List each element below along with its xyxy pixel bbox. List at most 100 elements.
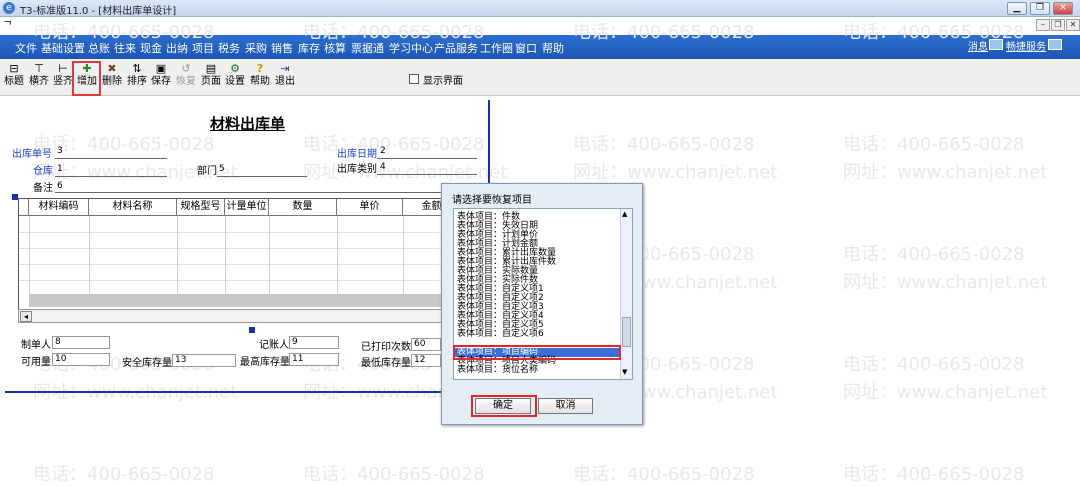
column-header[interactable]: 材料编码 bbox=[29, 199, 89, 216]
available-label[interactable]: 可用量 bbox=[21, 353, 51, 368]
scroll-left-icon[interactable]: ◂ bbox=[20, 311, 32, 322]
menu-learning[interactable]: 学习中心 bbox=[389, 40, 433, 56]
bookkeeper-label[interactable]: 记账人 bbox=[259, 336, 289, 351]
align-vertical-button[interactable]: ⊢ 竖齐 bbox=[52, 62, 74, 94]
bookkeeper-field[interactable]: 9 bbox=[289, 336, 339, 349]
grid-line bbox=[269, 216, 270, 294]
show-interface-checkbox[interactable] bbox=[409, 74, 419, 84]
warehouse-field[interactable]: 1 bbox=[57, 164, 63, 174]
sort-button[interactable]: ⇅ 排序 bbox=[126, 62, 148, 94]
doc-no-field[interactable]: 3 bbox=[57, 146, 63, 156]
menu-cash[interactable]: 现金 bbox=[140, 40, 162, 56]
selection-handle[interactable] bbox=[249, 327, 255, 333]
gear-icon: ⚙ bbox=[230, 62, 240, 75]
menu-cashier[interactable]: 出纳 bbox=[166, 40, 188, 56]
warehouse-label[interactable]: 仓库 bbox=[33, 162, 53, 177]
menu-window[interactable]: 窗口 bbox=[515, 40, 537, 56]
watermark-phone: 电话：400-665-0028 bbox=[843, 134, 1025, 155]
delete-icon: ✖ bbox=[107, 62, 117, 75]
min-field[interactable]: 12 bbox=[411, 354, 441, 367]
max-field[interactable]: 11 bbox=[289, 353, 339, 366]
save-button[interactable]: ▣ 保存 bbox=[150, 62, 172, 94]
save-icon: ▣ bbox=[155, 62, 167, 75]
watermark-site: 网址：www.chanjet.net bbox=[843, 162, 1048, 183]
restore-icon[interactable]: ❐ bbox=[1030, 2, 1050, 15]
menu-basic-settings[interactable]: 基础设置 bbox=[41, 40, 85, 56]
title-button[interactable]: ⊟ 标题 bbox=[3, 62, 25, 94]
menu-help[interactable]: 帮助 bbox=[542, 40, 564, 56]
menu-purchase[interactable]: 采购 bbox=[245, 40, 267, 56]
list-item[interactable]: 表体项目：货位名称 bbox=[457, 366, 538, 375]
page-button[interactable]: ▤ 页面 bbox=[200, 62, 222, 94]
type-label[interactable]: 出库类别 bbox=[337, 160, 377, 175]
close-icon[interactable]: ✕ bbox=[1053, 2, 1073, 15]
menu-sales[interactable]: 销售 bbox=[271, 40, 293, 56]
page-right-boundary bbox=[488, 100, 490, 184]
date-field[interactable]: 2 bbox=[380, 146, 386, 156]
restore-button[interactable]: ↺ 恢复 bbox=[175, 62, 197, 94]
row-header-cell bbox=[19, 199, 29, 216]
align-horizontal-button[interactable]: ⊤ 横齐 bbox=[28, 62, 50, 94]
menu-products[interactable]: 产品服务 bbox=[434, 40, 478, 56]
safety-label[interactable]: 安全库存量 bbox=[122, 354, 172, 369]
settings-button[interactable]: ⚙ 设置 bbox=[224, 62, 246, 94]
detail-table[interactable]: 材料编码 材料名称 规格型号 计量单位 数量 单价 金额 bbox=[18, 198, 463, 310]
column-header[interactable]: 计量单位 bbox=[225, 199, 269, 216]
maker-label[interactable]: 制单人 bbox=[21, 336, 51, 351]
column-header[interactable]: 数量 bbox=[269, 199, 337, 216]
messages-link[interactable]: 消息 bbox=[968, 38, 988, 53]
date-underline bbox=[377, 158, 477, 159]
scroll-down-icon[interactable]: ▼ bbox=[622, 368, 627, 376]
selected-item-highlight bbox=[453, 345, 621, 360]
menu-file[interactable]: 文件 bbox=[15, 40, 37, 56]
service-panel-icon[interactable] bbox=[1048, 39, 1062, 50]
menu-receivables[interactable]: 往来 bbox=[114, 40, 136, 56]
scroll-up-icon[interactable]: ▲ bbox=[622, 210, 627, 218]
menu-workcircle[interactable]: 工作圈 bbox=[480, 40, 513, 56]
window-title: T3-标准版11.0 - [材料出库单设计] bbox=[20, 6, 177, 17]
exit-button[interactable]: ⇥ 退出 bbox=[274, 62, 296, 94]
scroll-thumb[interactable] bbox=[622, 317, 631, 347]
list-item[interactable]: 表体项目：自定义项6 bbox=[457, 330, 544, 339]
grid-line bbox=[403, 216, 404, 294]
type-field[interactable]: 4 bbox=[380, 162, 386, 172]
form-title[interactable]: 材料出库单 bbox=[210, 113, 285, 134]
delete-button[interactable]: ✖ 删除 bbox=[101, 62, 123, 94]
max-label[interactable]: 最高库存量 bbox=[240, 353, 290, 368]
watermark-phone: 电话：400-665-0028 bbox=[33, 464, 215, 485]
menu-bill[interactable]: 票据通 bbox=[351, 40, 384, 56]
help-button[interactable]: ? 帮助 bbox=[249, 62, 271, 94]
watermark-site: 网址：www.chanjet.net bbox=[843, 272, 1048, 293]
menu-accounting[interactable]: 核算 bbox=[324, 40, 346, 56]
column-header[interactable]: 规格型号 bbox=[177, 199, 225, 216]
dept-label[interactable]: 部门 bbox=[197, 162, 217, 177]
printed-label[interactable]: 已打印次数 bbox=[361, 338, 411, 353]
menu-inventory[interactable]: 库存 bbox=[298, 40, 320, 56]
align-horizontal-icon: ⊤ bbox=[34, 62, 44, 75]
child-minimize-icon[interactable]: – bbox=[1036, 19, 1050, 31]
restore-items-dialog: 请选择要恢复项目 表体项目：件数 表体项目：失效日期 表体项目：计划单价 表体项… bbox=[441, 183, 643, 425]
service-link[interactable]: 畅捷服务 bbox=[1006, 38, 1046, 53]
menu-ledger[interactable]: 总账 bbox=[88, 40, 110, 56]
child-close-icon[interactable]: ✕ bbox=[1066, 19, 1080, 31]
menu-tax[interactable]: 税务 bbox=[218, 40, 240, 56]
maker-field[interactable]: 8 bbox=[52, 336, 110, 349]
child-restore-icon[interactable]: ❐ bbox=[1051, 19, 1065, 31]
note-field[interactable]: 6 bbox=[57, 181, 63, 191]
min-label[interactable]: 最低库存量 bbox=[361, 354, 411, 369]
column-header[interactable]: 材料名称 bbox=[89, 199, 177, 216]
safety-field[interactable]: 13 bbox=[172, 354, 236, 367]
list-scrollbar[interactable]: ▲ ▼ bbox=[620, 209, 632, 379]
doc-no-label[interactable]: 出库单号 bbox=[12, 145, 52, 160]
available-field[interactable]: 10 bbox=[52, 353, 110, 366]
column-header[interactable]: 单价 bbox=[337, 199, 403, 216]
dept-field[interactable]: 5 bbox=[219, 164, 225, 174]
menu-project[interactable]: 项目 bbox=[192, 40, 214, 56]
watermark-phone: 电话：400-665-0028 bbox=[573, 134, 755, 155]
minimize-icon[interactable]: ▁ bbox=[1007, 2, 1027, 15]
date-label[interactable]: 出库日期 bbox=[337, 145, 377, 160]
printed-field[interactable]: 60 bbox=[411, 338, 441, 351]
horizontal-scrollbar[interactable]: ◂ bbox=[18, 309, 462, 323]
note-label[interactable]: 备注 bbox=[33, 179, 53, 194]
cancel-button[interactable]: 取消 bbox=[538, 398, 593, 414]
